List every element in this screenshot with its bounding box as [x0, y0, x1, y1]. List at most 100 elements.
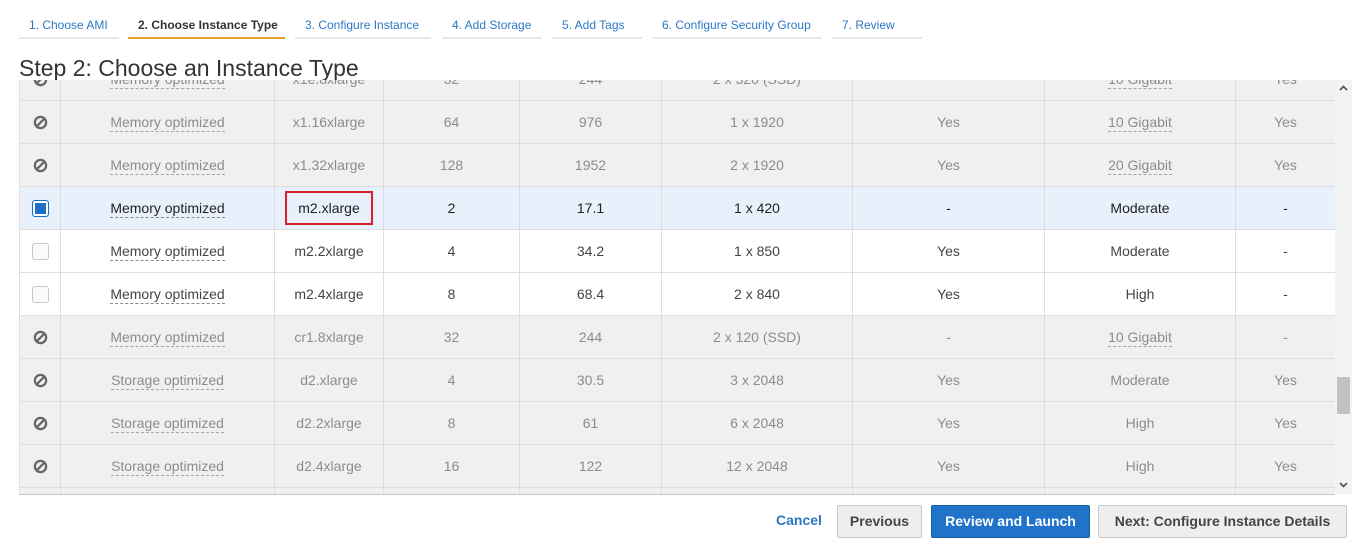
chevron-down-icon[interactable]	[1335, 477, 1352, 494]
memory: 244	[519, 80, 662, 101]
vcpus: 128	[383, 143, 520, 187]
vcpus: 4	[383, 229, 520, 273]
ban-icon	[33, 329, 48, 345]
memory: 122	[519, 444, 662, 488]
network-performance[interactable]: 10 Gigabit	[1108, 80, 1172, 89]
ipv6-support: Yes	[1235, 100, 1335, 144]
ebs-optimized: Yes	[852, 143, 1045, 187]
vcpus: 16	[383, 444, 520, 488]
table-row: Memory optimized x1.32xlarge 128 1952 2 …	[19, 143, 1335, 187]
table-row[interactable]: Memory optimized m2.2xlarge 4 34.2 1 x 8…	[19, 229, 1335, 273]
instance-storage	[661, 487, 853, 494]
memory: 976	[519, 100, 662, 144]
memory: 68.4	[519, 272, 662, 316]
table-row	[19, 487, 1335, 494]
instance-storage: 1 x 420	[661, 186, 853, 230]
instance-family[interactable]: Memory optimized	[110, 200, 225, 218]
next-configure-instance-button[interactable]: Next: Configure Instance Details	[1098, 505, 1347, 538]
step-configure-instance[interactable]: 3. Configure Instance	[295, 12, 431, 39]
vcpus: 32	[383, 315, 520, 359]
instance-family[interactable]: Memory optimized	[110, 243, 225, 261]
ebs-optimized: Yes	[852, 358, 1045, 402]
vcpus: 32	[383, 80, 520, 101]
network-performance[interactable]: 10 Gigabit	[1108, 114, 1172, 132]
instance-storage: 2 x 840	[661, 272, 853, 316]
table-row[interactable]: Memory optimized m2.4xlarge 8 68.4 2 x 8…	[19, 272, 1335, 316]
step-choose-ami[interactable]: 1. Choose AMI	[19, 12, 119, 39]
instance-family[interactable]: Memory optimized	[110, 80, 225, 89]
instance-family	[60, 487, 275, 494]
instance-family[interactable]: Memory optimized	[110, 329, 225, 347]
step-configure-security-group[interactable]: 6. Configure Security Group	[652, 12, 822, 39]
memory: 30.5	[519, 358, 662, 402]
memory: 61	[519, 401, 662, 445]
table-row-selected[interactable]: Memory optimized m2.xlarge 2 17.1 1 x 42…	[19, 186, 1335, 230]
row-checkbox[interactable]	[31, 285, 49, 303]
vcpus	[383, 487, 520, 494]
memory: 34.2	[519, 229, 662, 273]
ebs-optimized: Yes	[852, 100, 1045, 144]
table-row: Memory optimized x1.16xlarge 64 976 1 x …	[19, 100, 1335, 144]
instance-type: m2.4xlarge	[274, 272, 384, 316]
instance-storage: 2 x 320 (SSD)	[661, 80, 853, 101]
instance-type	[274, 487, 384, 494]
previous-button[interactable]: Previous	[837, 505, 922, 538]
vcpus: 8	[383, 272, 520, 316]
ebs-optimized: Yes	[852, 401, 1045, 445]
review-and-launch-button[interactable]: Review and Launch	[931, 505, 1090, 538]
instance-type: d2.2xlarge	[274, 401, 384, 445]
instance-type: m2.2xlarge	[274, 229, 384, 273]
instance-type: x1e.8xlarge	[274, 80, 384, 101]
ban-icon	[33, 415, 48, 431]
page-title: Step 2: Choose an Instance Type	[19, 55, 359, 81]
step-choose-instance-type[interactable]: 2. Choose Instance Type	[128, 12, 285, 39]
step-add-storage[interactable]: 4. Add Storage	[442, 12, 542, 39]
table-row: Storage optimized d2.4xlarge 16 122 12 x…	[19, 444, 1335, 488]
chevron-up-icon[interactable]	[1335, 80, 1352, 97]
cancel-button[interactable]: Cancel	[766, 505, 832, 538]
network-performance: High	[1044, 444, 1236, 488]
instance-type-highlighted: m2.xlarge	[285, 191, 373, 225]
instance-family[interactable]: Storage optimized	[111, 458, 224, 476]
ebs-optimized	[852, 487, 1045, 494]
instance-family[interactable]: Memory optimized	[110, 286, 225, 304]
memory: 1952	[519, 143, 662, 187]
ipv6-support: -	[1235, 186, 1335, 230]
ban-icon	[33, 157, 48, 173]
instance-type: d2.4xlarge	[274, 444, 384, 488]
instance-family[interactable]: Memory optimized	[110, 114, 225, 132]
instance-type: x1.16xlarge	[274, 100, 384, 144]
ipv6-support: Yes	[1235, 358, 1335, 402]
step-review[interactable]: 7. Review	[832, 12, 922, 39]
ebs-optimized: Yes	[852, 444, 1045, 488]
table-scrollbar[interactable]	[1335, 80, 1352, 494]
ipv6-support: -	[1235, 229, 1335, 273]
instance-types-table: Memory optimized x1e.8xlarge 32 244 2 x …	[19, 80, 1335, 495]
instance-family[interactable]: Memory optimized	[110, 157, 225, 175]
vcpus: 64	[383, 100, 520, 144]
instance-storage: 6 x 2048	[661, 401, 853, 445]
network-performance[interactable]: 10 Gigabit	[1108, 329, 1172, 347]
instance-storage: 2 x 120 (SSD)	[661, 315, 853, 359]
step-add-tags[interactable]: 5. Add Tags	[552, 12, 642, 39]
memory: 17.1	[519, 186, 662, 230]
instance-family[interactable]: Storage optimized	[111, 415, 224, 433]
row-checkbox[interactable]	[31, 242, 49, 260]
instance-type: d2.xlarge	[274, 358, 384, 402]
vcpus: 4	[383, 358, 520, 402]
memory	[519, 487, 662, 494]
instance-storage: 1 x 850	[661, 229, 853, 273]
instance-storage: 1 x 1920	[661, 100, 853, 144]
ban-icon	[33, 80, 48, 87]
ebs-optimized: Yes	[852, 229, 1045, 273]
ipv6-support: Yes	[1235, 401, 1335, 445]
network-performance: Moderate	[1044, 358, 1236, 402]
row-checkbox[interactable]	[31, 199, 49, 217]
ban-icon	[33, 114, 48, 130]
instance-storage: 12 x 2048	[661, 444, 853, 488]
network-performance[interactable]: 20 Gigabit	[1108, 157, 1172, 175]
instance-family[interactable]: Storage optimized	[111, 372, 224, 390]
table-row: Storage optimized d2.2xlarge 8 61 6 x 20…	[19, 401, 1335, 445]
instance-storage: 3 x 2048	[661, 358, 853, 402]
scroll-thumb[interactable]	[1337, 377, 1350, 414]
